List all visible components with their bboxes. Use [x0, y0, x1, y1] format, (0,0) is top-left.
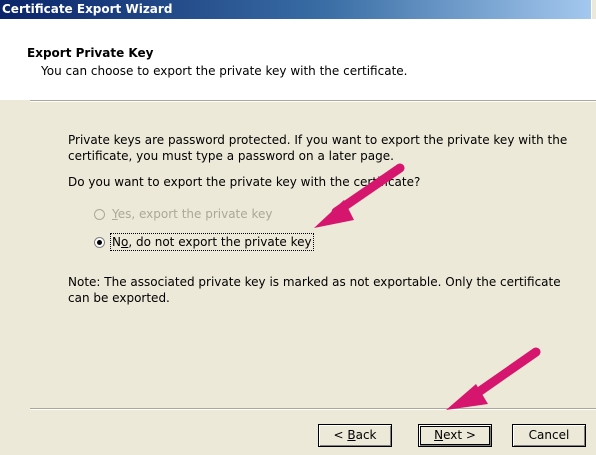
- not-exportable-note: Note: The associated private key is mark…: [68, 274, 578, 306]
- radio-label-no: No, do not export the private key: [110, 233, 314, 251]
- password-info-line-1: Private keys are password protected. If …: [68, 133, 568, 147]
- radio-selected-dot: [97, 239, 102, 245]
- title-bar-edge: [591, 0, 596, 19]
- note-line-1: Note: The associated private key is mark…: [68, 275, 561, 289]
- radio-export-yes[interactable]: Yes, export the private key: [94, 206, 272, 222]
- window-title: Certificate Export Wizard: [2, 2, 173, 16]
- cancel-button[interactable]: Cancel: [512, 424, 586, 447]
- radio-circle: [94, 236, 105, 248]
- annotation-arrow-private-key: [314, 163, 405, 228]
- radio-circle: [94, 208, 105, 220]
- back-button[interactable]: < Back: [318, 424, 392, 447]
- next-button[interactable]: Next >: [418, 424, 492, 447]
- wizard-header: Export Private Key You can choose to exp…: [0, 19, 596, 100]
- page-subtitle: You can choose to export the private key…: [41, 64, 408, 78]
- radio-export-no[interactable]: No, do not export the private key: [94, 233, 314, 251]
- page-title: Export Private Key: [27, 46, 154, 60]
- title-bar[interactable]: Certificate Export Wizard: [0, 0, 596, 19]
- note-line-2: can be exported.: [68, 291, 170, 305]
- header-divider: [30, 100, 596, 102]
- radio-label-yes: Yes, export the private key: [112, 207, 273, 221]
- annotation-arrow-next: [446, 347, 541, 410]
